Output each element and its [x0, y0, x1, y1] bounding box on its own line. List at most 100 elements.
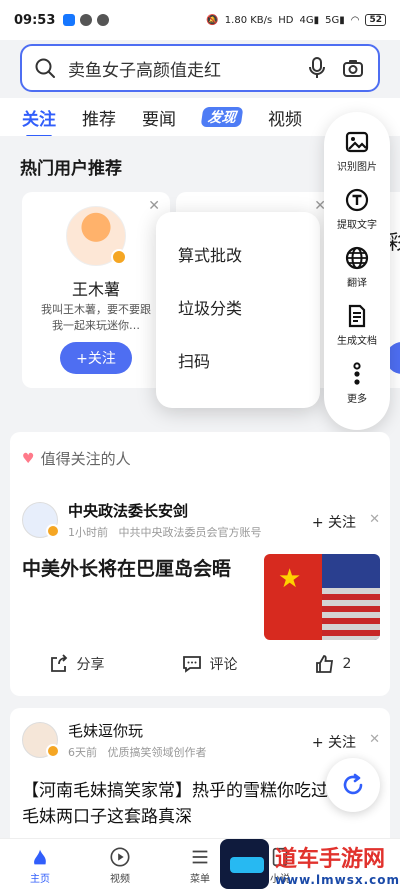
globe-icon: [345, 246, 369, 270]
share-icon: [50, 654, 67, 672]
user-card[interactable]: ✕ 王木薯 我叫王木薯，要不要跟我一起来玩迷你… +关注: [22, 192, 170, 388]
camera-icon: [343, 60, 363, 77]
post-author[interactable]: 中央政法委长安剑 1小时前 中共中央政法委员会官方账号: [22, 500, 262, 540]
tool-label: 更多: [347, 394, 367, 405]
comment-button[interactable]: 评论: [182, 654, 238, 674]
menu-icon: [192, 850, 208, 864]
mute-icon: 🔕: [206, 14, 219, 26]
post-time: 1小时前: [68, 526, 108, 539]
menu-item-scan[interactable]: 扫码: [178, 348, 320, 401]
follow-button[interactable]: +关注: [60, 342, 132, 374]
more-dots-icon: [353, 362, 361, 385]
wifi-icon: ◠: [350, 14, 360, 26]
avatar[interactable]: [66, 206, 127, 266]
voice-search-button[interactable]: [304, 55, 330, 81]
verified-badge-icon: [111, 249, 127, 265]
comment-icon: [182, 656, 201, 673]
play-circle-icon: [110, 847, 130, 867]
nav-home[interactable]: 主页: [10, 846, 70, 885]
search-icon: [35, 58, 55, 78]
share-label: 分享: [76, 657, 105, 673]
flag-stripes: [322, 588, 380, 640]
tool-label: 生成文档: [337, 336, 377, 347]
post-meta: 6天前 优质搞笑领域创作者: [68, 744, 207, 760]
nav-label: 主页: [30, 874, 50, 885]
tool-extract-text[interactable]: 提取文字: [337, 188, 377, 246]
post-thumbnail[interactable]: ★: [264, 554, 380, 640]
follow-button[interactable]: + 关注: [312, 732, 356, 752]
watermark-title: 道车手游网: [274, 847, 385, 872]
image-icon: [345, 131, 369, 153]
net-speed: 1.80 KB/s: [224, 14, 273, 26]
author-name[interactable]: 中央政法委长安剑: [68, 500, 262, 521]
search-box[interactable]: 卖鱼女子高颜值走红: [20, 44, 380, 92]
app-notification-icon: [63, 14, 76, 26]
avatar[interactable]: [22, 502, 60, 538]
nav-video[interactable]: 视频: [90, 846, 150, 885]
section-title: 值得关注的人: [40, 450, 131, 468]
refresh-button[interactable]: [326, 758, 380, 812]
section-title: 热门用户推荐: [20, 159, 122, 179]
section-header: ♥ 值得关注的人: [22, 448, 131, 469]
refresh-icon: [343, 773, 363, 795]
feed-card: ♥ 值得关注的人 中央政法委长安剑 1小时前 中共中央政法委员会官方账号 + 关…: [10, 432, 390, 696]
comment-label: 评论: [209, 657, 238, 673]
hd-icon: HD: [278, 14, 294, 26]
author-name[interactable]: 毛妹逗你玩: [68, 720, 207, 741]
verified-badge-icon: [46, 744, 60, 758]
share-button[interactable]: 分享: [49, 654, 105, 674]
tab-news[interactable]: 要闻: [142, 105, 176, 130]
watermark-logo: 道车手游网 www.lmwsx.com: [220, 836, 400, 892]
avatar[interactable]: [22, 722, 60, 758]
nav-label: 菜单: [190, 874, 210, 885]
close-icon[interactable]: ✕: [369, 512, 380, 527]
tab-discover[interactable]: 发现: [200, 107, 244, 127]
tool-label: 翻译: [347, 278, 367, 289]
thumbs-up-icon: [315, 655, 333, 673]
follow-button[interactable]: + 关注: [312, 512, 356, 532]
tab-recommend[interactable]: 推荐: [82, 105, 116, 130]
flag-star-icon: ★: [278, 564, 302, 594]
telegram-icon: [97, 14, 110, 26]
post-meta: 1小时前 中共中央政法委员会官方账号: [68, 524, 262, 540]
side-toolbar: 识别图片 提取文字 翻译 生成文档 更多: [324, 112, 390, 430]
heart-hand-icon: ♥: [22, 450, 35, 467]
menu-item-garbage-sorting[interactable]: 垃圾分类: [178, 295, 320, 348]
microphone-icon: [309, 57, 325, 78]
nav-label: 视频: [110, 874, 130, 885]
user-name[interactable]: 王木薯: [22, 276, 170, 300]
battery-level: 52: [365, 14, 386, 26]
signal-5g-icon: 5G▮: [325, 14, 345, 26]
tool-label: 提取文字: [337, 220, 377, 231]
status-bar: 09:53 🔕 1.80 KB/s HD 4G▮ 5G▮ ◠ 52: [0, 0, 400, 40]
app-notification-icon: [80, 14, 93, 26]
document-icon: [348, 304, 366, 328]
search-input[interactable]: 卖鱼女子高颜值走红: [68, 56, 294, 81]
post-title[interactable]: 【河南毛妹搞笑家常】热乎的雪糕你吃过吗？毛妹两口子这套路真深: [22, 778, 362, 830]
menu-item-math-correction[interactable]: 算式批改: [178, 242, 320, 295]
tab-video[interactable]: 视频: [268, 105, 302, 130]
tool-more[interactable]: 更多: [345, 362, 369, 420]
post-title[interactable]: 中美外长将在巴厘岛会晤: [22, 556, 252, 582]
post-time: 6天前: [68, 746, 97, 759]
close-icon[interactable]: ✕: [148, 198, 160, 214]
tool-recognize-image[interactable]: 识别图片: [337, 130, 377, 188]
like-count: 2: [342, 656, 352, 672]
camera-search-button[interactable]: [340, 55, 366, 81]
status-time: 09:53: [14, 12, 56, 28]
tool-generate-doc[interactable]: 生成文档: [337, 304, 377, 362]
watermark-url: www.lmwsx.com: [274, 873, 400, 887]
tool-label: 识别图片: [337, 162, 377, 173]
car-logo-icon: [220, 839, 269, 889]
post-author[interactable]: 毛妹逗你玩 6天前 优质搞笑领域创作者: [22, 720, 207, 760]
post-actions: 分享 评论 2: [10, 654, 390, 674]
home-icon: [34, 849, 46, 865]
like-button[interactable]: 2: [315, 654, 352, 674]
tool-translate[interactable]: 翻译: [345, 246, 369, 304]
user-description: 我叫王木薯，要不要跟我一起来玩迷你…: [41, 303, 151, 332]
text-t-icon: [345, 188, 369, 212]
tab-follow[interactable]: 关注: [22, 105, 56, 138]
popup-menu: 算式批改 垃圾分类 扫码: [156, 212, 320, 408]
author-description: 优质搞笑领域创作者: [107, 746, 207, 759]
close-icon[interactable]: ✕: [369, 732, 380, 747]
